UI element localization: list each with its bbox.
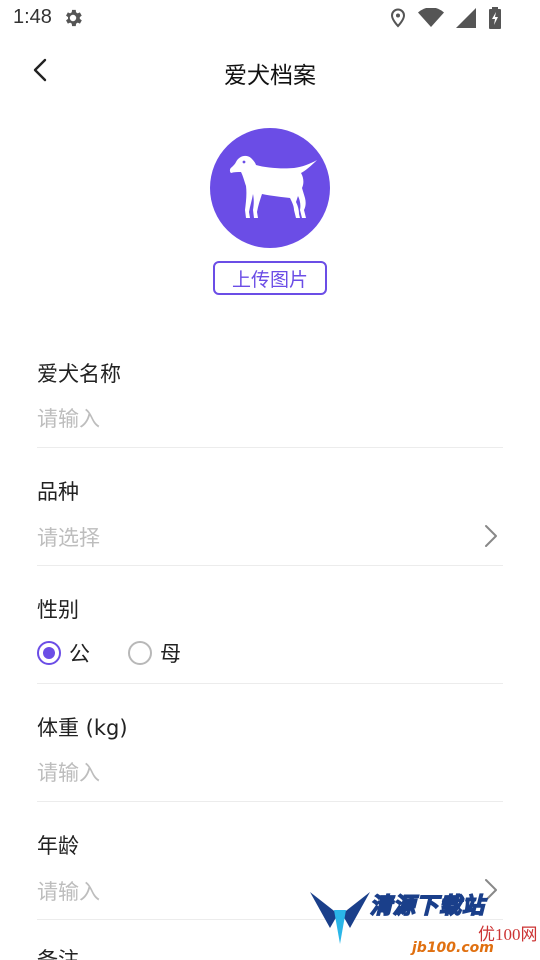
watermark-logo-icon: [310, 892, 370, 944]
gender-female-label: 母: [160, 642, 181, 666]
watermark-url: jb100.com: [412, 940, 494, 956]
weight-input[interactable]: [37, 756, 467, 790]
gender-option-female[interactable]: 母: [128, 638, 181, 668]
status-bar: 1:48: [0, 0, 540, 36]
signal-icon: [456, 8, 476, 28]
name-field: 爱犬名称: [37, 330, 503, 448]
gender-male-label: 公: [69, 642, 90, 666]
name-input[interactable]: [37, 402, 467, 436]
gender-label: 性别: [37, 598, 79, 622]
breed-label: 品种: [37, 480, 79, 504]
breed-field[interactable]: 品种 请选择: [37, 448, 503, 566]
nav-bar: 爱犬档案: [0, 40, 540, 100]
status-icons: [390, 6, 502, 30]
dog-icon: [229, 155, 317, 218]
gender-field: 性别 公 母: [37, 566, 503, 684]
name-label: 爱犬名称: [37, 362, 121, 386]
wifi-icon: [418, 8, 444, 27]
gender-radio-group: 公 母: [37, 638, 219, 668]
page-title: 爱犬档案: [224, 63, 316, 89]
dog-avatar[interactable]: [210, 128, 330, 248]
dog-profile-form: 爱犬名称 品种 请选择 性别 公 母 体重 (kg) 年龄 请输入: [37, 330, 503, 920]
weight-label: 体重 (kg): [37, 716, 128, 740]
watermark-brand: 清源下载站: [369, 893, 486, 920]
upload-image-button[interactable]: 上传图片: [213, 261, 327, 295]
gear-icon: [66, 9, 82, 27]
weight-field: 体重 (kg): [37, 684, 503, 802]
age-select[interactable]: 请输入: [37, 876, 100, 906]
battery-icon: [489, 7, 501, 29]
breed-select[interactable]: 请选择: [37, 522, 100, 552]
chevron-right-icon: [485, 525, 497, 547]
watermark: 清源下载站 优100网 jb100.com: [308, 884, 540, 960]
location-icon: [390, 8, 406, 28]
gender-option-male[interactable]: 公: [37, 638, 90, 668]
age-label: 年龄: [37, 834, 79, 858]
status-time: 1:48: [13, 6, 52, 28]
notes-label: 备注: [37, 948, 79, 960]
radio-checked-icon[interactable]: [37, 641, 61, 665]
radio-unchecked-icon[interactable]: [128, 641, 152, 665]
